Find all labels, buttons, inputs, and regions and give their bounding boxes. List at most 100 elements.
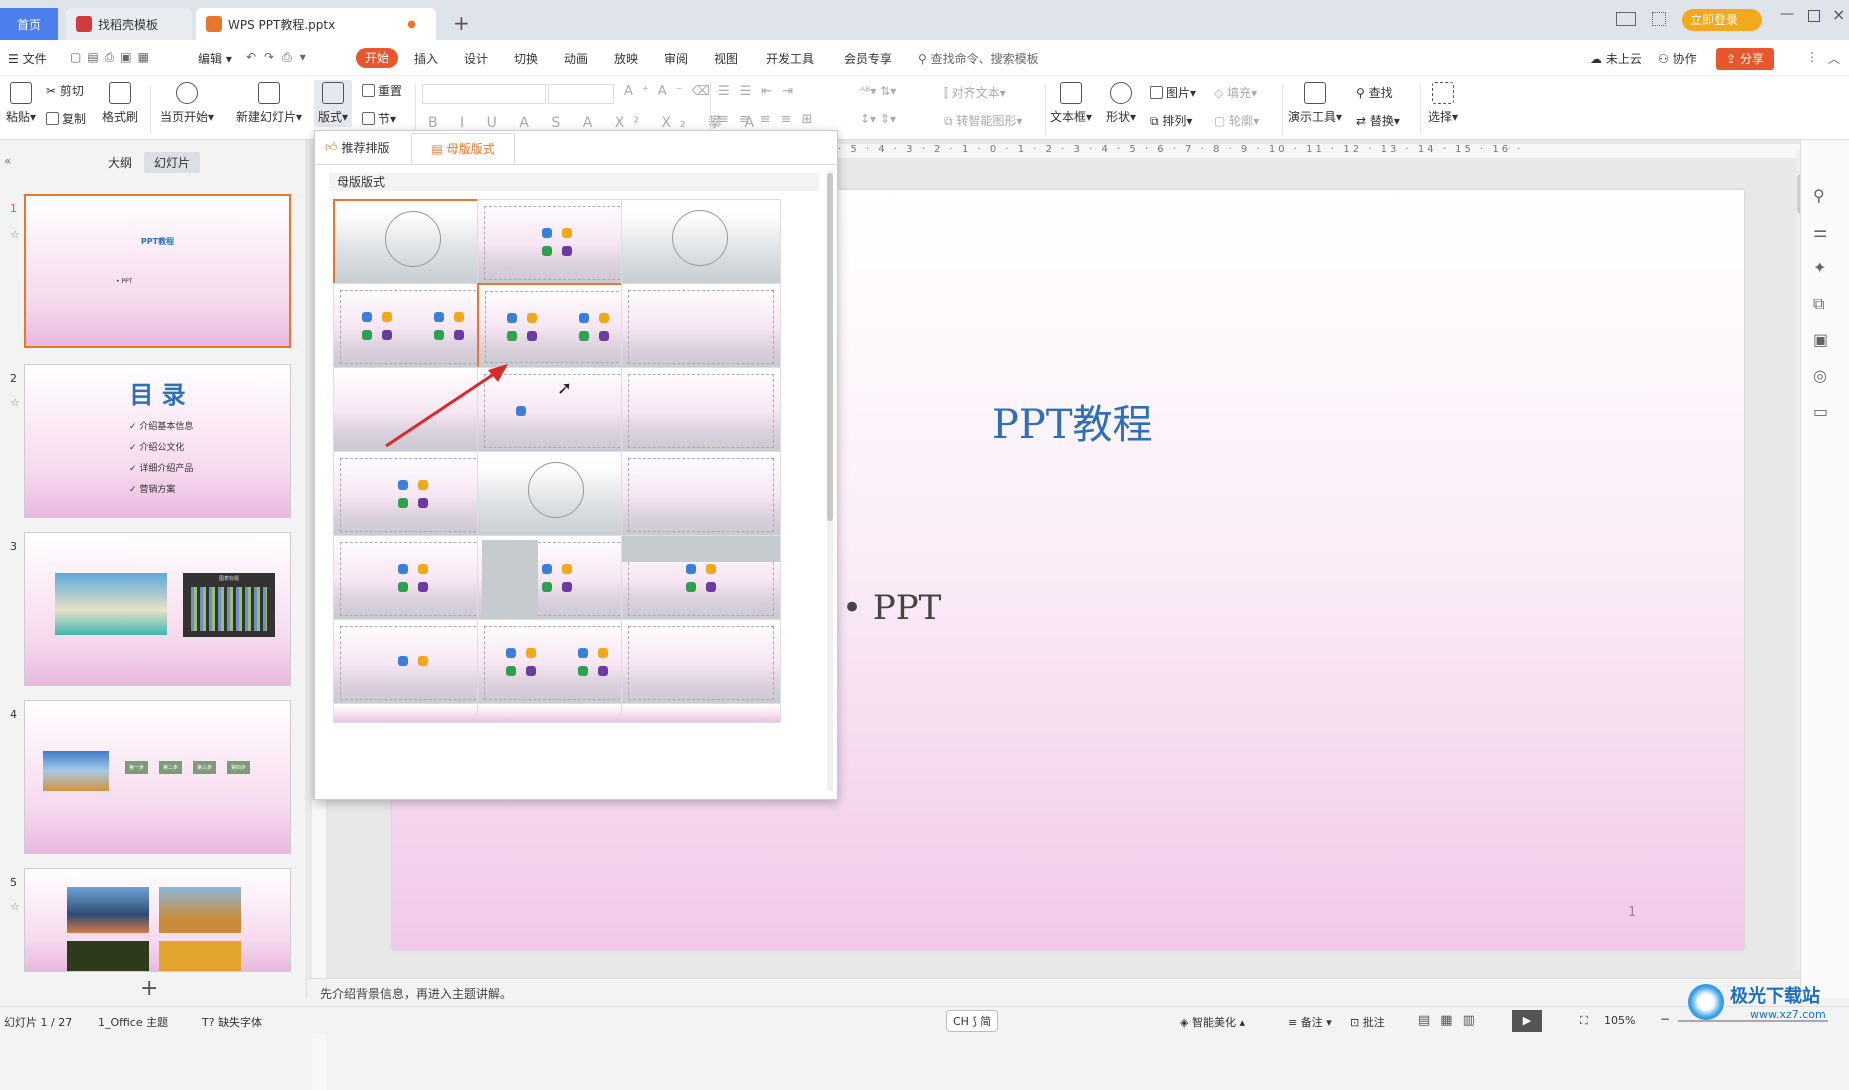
login-button[interactable]: 立即登录 (1682, 9, 1762, 31)
convert-smartart-button[interactable]: ⧉ 转智能图形▾ (944, 112, 1022, 129)
copy-button[interactable]: 复制 (46, 110, 86, 127)
slide-bullet[interactable]: • PPT (842, 588, 941, 628)
menu-animation[interactable]: 动画 (564, 50, 588, 67)
play-from-current-button[interactable]: 当页开始▾ (160, 82, 214, 125)
cloud-status[interactable]: ☁ 未上云 (1590, 50, 1642, 67)
tab-outline[interactable]: 大纲 (108, 154, 132, 171)
layout-thumbnail[interactable] (333, 535, 493, 625)
layout-thumbnail[interactable] (477, 451, 637, 541)
comments-toggle[interactable]: ⊡ 批注 (1350, 1014, 1385, 1030)
menu-view[interactable]: 视图 (714, 50, 738, 67)
layout-thumbnail[interactable] (333, 619, 493, 709)
play-slideshow-button[interactable]: ▶ (1512, 1010, 1542, 1032)
menu-start[interactable]: 开始 (356, 48, 398, 68)
layout-thumbnail[interactable] (621, 535, 781, 625)
layout-thumbnail[interactable] (477, 199, 637, 289)
tab-templates[interactable]: 找稻壳模板 (66, 8, 192, 40)
slide-thumbnail-4[interactable]: 第一步 第二步 第三步 第四步 (24, 700, 291, 854)
presentation-tools-button[interactable]: 演示工具▾ (1288, 82, 1342, 125)
slide-thumbnail-5[interactable] (24, 868, 291, 972)
align-text-button[interactable]: ⫿ 对齐文本▾ (944, 84, 1006, 101)
cut-button[interactable]: ✂ 剪切 (46, 82, 84, 99)
collab-button[interactable]: ⚇ 协作 (1658, 50, 1697, 67)
slide-title[interactable]: PPT教程 (992, 392, 1153, 450)
missing-font-button[interactable]: T? 缺失字体 (202, 1014, 262, 1030)
apps-grid-icon[interactable] (1652, 12, 1666, 26)
quick-access-icons[interactable]: ▢▤⎙▣▦ (70, 50, 155, 65)
zoom-out-icon[interactable]: − (1660, 1012, 1670, 1026)
layout-thumbnail[interactable] (621, 199, 781, 289)
menu-design[interactable]: 设计 (464, 50, 488, 67)
menu-vip[interactable]: 会员专享 (844, 50, 892, 67)
slide-thumbnail-1[interactable]: PPT教程 • PPT (24, 194, 291, 348)
location-icon[interactable]: ◎ (1813, 358, 1828, 394)
layout-thumbnail[interactable] (621, 367, 781, 457)
layout-thumbnail[interactable] (477, 703, 637, 723)
zoom-level[interactable]: 105% (1604, 1014, 1635, 1027)
layout-thumbnail[interactable] (621, 703, 781, 723)
replace-button[interactable]: ⇄ 替换▾ (1356, 112, 1400, 129)
rocket-icon[interactable]: ⚲ (1813, 178, 1828, 214)
menu-review[interactable]: 审阅 (664, 50, 688, 67)
paste-button[interactable]: 粘贴▾ (6, 82, 36, 125)
layout-thumbnail[interactable] (621, 619, 781, 709)
collapse-panel-icon[interactable]: « (4, 154, 11, 168)
slide-thumbnail-2[interactable]: 目 录 ✓ 介绍基本信息 ✓ 介绍公文化 ✓ 详细介绍产品 ✓ 营销方案 (24, 364, 291, 518)
image-tools-icon[interactable]: ▣ (1813, 322, 1828, 358)
share-button[interactable]: ⇪ 分享 (1716, 48, 1774, 70)
menu-developer[interactable]: 开发工具 (766, 50, 814, 67)
view-mode-icons[interactable]: ▤▦▥ (1418, 1013, 1485, 1028)
file-menu[interactable]: ☰ 文件 (8, 50, 47, 67)
alignment-icons[interactable]: ≡≡≡≡⊞ (718, 112, 822, 127)
menu-slideshow[interactable]: 放映 (614, 50, 638, 67)
layout-button[interactable]: 版式▾ (314, 80, 353, 127)
textbox-button[interactable]: 文本框▾ (1050, 82, 1092, 125)
layout-thumbnail[interactable] (621, 451, 781, 541)
undo-redo-icons[interactable]: ↶↷⎙▾ (246, 50, 314, 65)
theme-name[interactable]: 1_Office 主题 (98, 1014, 168, 1030)
layout-toggle-icon[interactable] (1616, 12, 1636, 26)
font-size-select[interactable] (548, 84, 614, 104)
transition-icon[interactable]: ⧉ (1813, 286, 1828, 322)
layout-thumbnail[interactable] (621, 283, 781, 373)
notes-pane[interactable]: 先介绍背景信息，再进入主题讲解。 (308, 978, 1800, 1006)
menu-transition[interactable]: 切换 (514, 50, 538, 67)
ime-indicator[interactable]: CH ⟆ 简 (946, 1010, 999, 1032)
layout-thumbnail[interactable] (333, 703, 493, 723)
new-slide-button[interactable]: 新建幻灯片▾ (236, 82, 302, 125)
notes-text[interactable]: 先介绍背景信息，再进入主题讲解。 (320, 985, 512, 1002)
layout-thumbnail[interactable] (477, 535, 637, 625)
shape-button[interactable]: 形状▾ (1106, 82, 1136, 125)
notes-toggle[interactable]: ≡ 备注 ▾ (1288, 1014, 1332, 1030)
slide-thumbnail-3[interactable]: 图表标题 (24, 532, 291, 686)
tab-home[interactable]: 首页 (0, 8, 58, 40)
smart-beautify-button[interactable]: ◈ 智能美化 ▴ (1180, 1014, 1245, 1030)
text-format-icons[interactable]: B I U A S A X² X₂ 攀 A (428, 112, 763, 132)
popup-scrollbar-thumb[interactable] (827, 173, 833, 521)
reset-button[interactable]: 重置 (362, 82, 402, 99)
fit-window-icon[interactable]: ⛶ (1580, 1014, 1588, 1028)
layout-thumbnail[interactable] (477, 619, 637, 709)
select-button[interactable]: 选择▾ (1428, 82, 1458, 125)
font-name-select[interactable] (422, 84, 546, 104)
more-icon[interactable]: ⋮ (1806, 50, 1818, 64)
font-size-adjust-icons[interactable]: A⁺A⁻⌫ (624, 84, 719, 99)
add-slide-button[interactable]: + (140, 976, 158, 1001)
command-search[interactable]: ⚲ 查找命令、搜索模板 (918, 50, 1039, 67)
tab-document[interactable]: WPS PPT教程.pptx ● (196, 8, 436, 40)
format-painter-button[interactable]: 格式刷 (102, 82, 138, 125)
line-spacing-icons[interactable]: ↕▾ ⇕▾ (860, 112, 896, 126)
edit-menu[interactable]: 编辑 ▾ (198, 50, 232, 67)
sidebar-tools[interactable]: ⚲ ⚌ ✦ ⧉ ▣ ◎ ▭ (1813, 178, 1828, 430)
tab-slides[interactable]: 幻灯片 (144, 152, 201, 173)
arrange-button[interactable]: ⧉ 排列▾ (1150, 112, 1192, 129)
popup-scrollbar[interactable] (827, 171, 833, 791)
book-icon[interactable]: ▭ (1813, 394, 1828, 430)
menu-insert[interactable]: 插入 (414, 50, 438, 67)
text-direction-icons[interactable]: ᴬᴮ▾ ⇅▾ (860, 84, 896, 98)
new-tab-icon[interactable]: + (453, 11, 470, 35)
fill-button[interactable]: ◇ 填充▾ (1214, 84, 1257, 101)
list-icons[interactable]: ☰☰⇤⇥ (718, 84, 803, 99)
picture-button[interactable]: 图片▾ (1150, 84, 1196, 101)
animation-icon[interactable]: ✦ (1813, 250, 1828, 286)
